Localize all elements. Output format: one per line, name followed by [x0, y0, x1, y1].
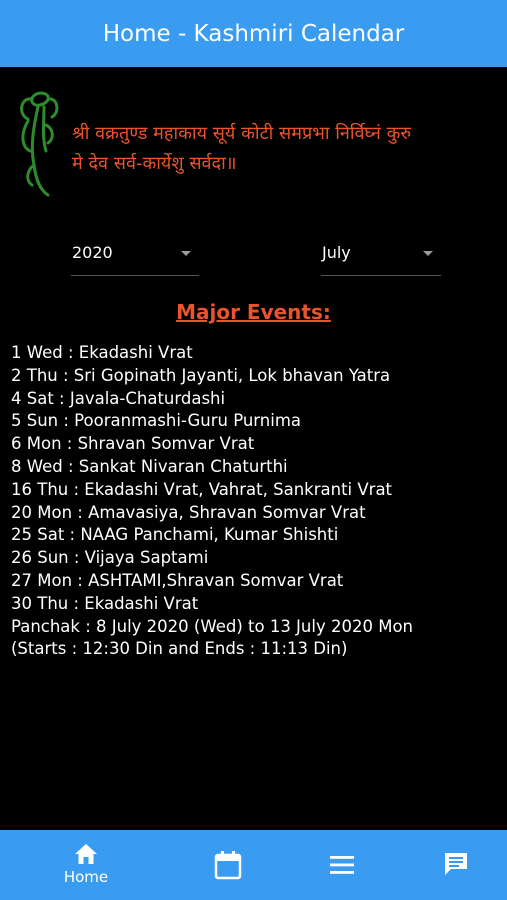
- month-dropdown[interactable]: July: [321, 239, 441, 276]
- list-item: 26 Sun : Vijaya Saptami: [11, 548, 209, 568]
- list-item: 1 Wed : Ekadashi Vrat: [11, 343, 193, 362]
- nav-chat-button[interactable]: [426, 830, 486, 900]
- list-item: 25 Sat : NAAG Panchami, Kumar Shishti: [11, 525, 339, 545]
- chat-icon: [445, 853, 467, 875]
- list-item: 16 Thu : Ekadashi Vrat, Vahrat, Sankrant…: [11, 479, 393, 499]
- home-icon: [75, 844, 97, 864]
- app-bar: Home - Kashmiri Calendar: [0, 0, 507, 67]
- nav-menu-button[interactable]: [312, 830, 372, 900]
- list-item: 30 Thu : Ekadashi Vrat: [11, 593, 199, 613]
- list-item: Panchak : 8 July 2020 (Wed) to 13 July 2…: [11, 616, 414, 636]
- calendar-icon: [214, 851, 242, 880]
- list-item: 6 Mon : Shravan Somvar Vrat: [11, 434, 255, 454]
- list-item: (Starts : 12:30 Din and Ends : 11:13 Din…: [11, 639, 348, 659]
- year-dropdown-value: 2020: [72, 243, 113, 262]
- month-dropdown-value: July: [322, 243, 351, 262]
- list-item: 4 Sat : Javala-Chaturdashi: [11, 388, 226, 408]
- list-item: 5 Sun : Pooranmashi-Guru Purnima: [11, 411, 302, 431]
- mantra-text: श्री वक्रतुण्ड महाकाय सूर्य कोटी समप्रभा…: [72, 119, 502, 179]
- year-dropdown[interactable]: 2020: [71, 239, 199, 276]
- mantra-line-1: श्री वक्रतुण्ड महाकाय सूर्य कोटी समप्रभा…: [72, 123, 412, 144]
- nav-calendar-button[interactable]: [198, 830, 258, 900]
- chevron-down-icon: [181, 251, 191, 256]
- mantra-section: श्री वक्रतुण्ड महाकाय सूर्य कोटी समप्रभा…: [0, 77, 507, 207]
- bottom-nav: Home: [0, 830, 507, 900]
- nav-home-label: Home: [63, 868, 109, 886]
- menu-icon: [330, 856, 354, 874]
- list-item: 8 Wed : Sankat Nivaran Chaturthi: [11, 456, 288, 476]
- event-list: 1 Wed : Ekadashi Vrat 2 Thu : Sri Gopina…: [11, 342, 501, 661]
- events-heading: Major Events:: [176, 300, 331, 324]
- ganesha-icon: [20, 91, 59, 197]
- list-item: 2 Thu : Sri Gopinath Jayanti, Lok bhavan…: [11, 365, 391, 385]
- chevron-down-icon: [423, 251, 433, 256]
- main-content: श्री वक्रतुण्ड महाकाय सूर्य कोटी समप्रभा…: [0, 67, 507, 830]
- list-item: 20 Mon : Amavasiya, Shravan Somvar Vrat: [11, 502, 366, 522]
- nav-home-button[interactable]: Home: [56, 830, 116, 900]
- list-item: 27 Mon : ASHTAMI,Shravan Somvar Vrat: [11, 570, 344, 590]
- page-title: Home - Kashmiri Calendar: [102, 20, 405, 47]
- mantra-line-2: मे देव सर्व-कार्येशु सर्वदा॥: [72, 153, 237, 174]
